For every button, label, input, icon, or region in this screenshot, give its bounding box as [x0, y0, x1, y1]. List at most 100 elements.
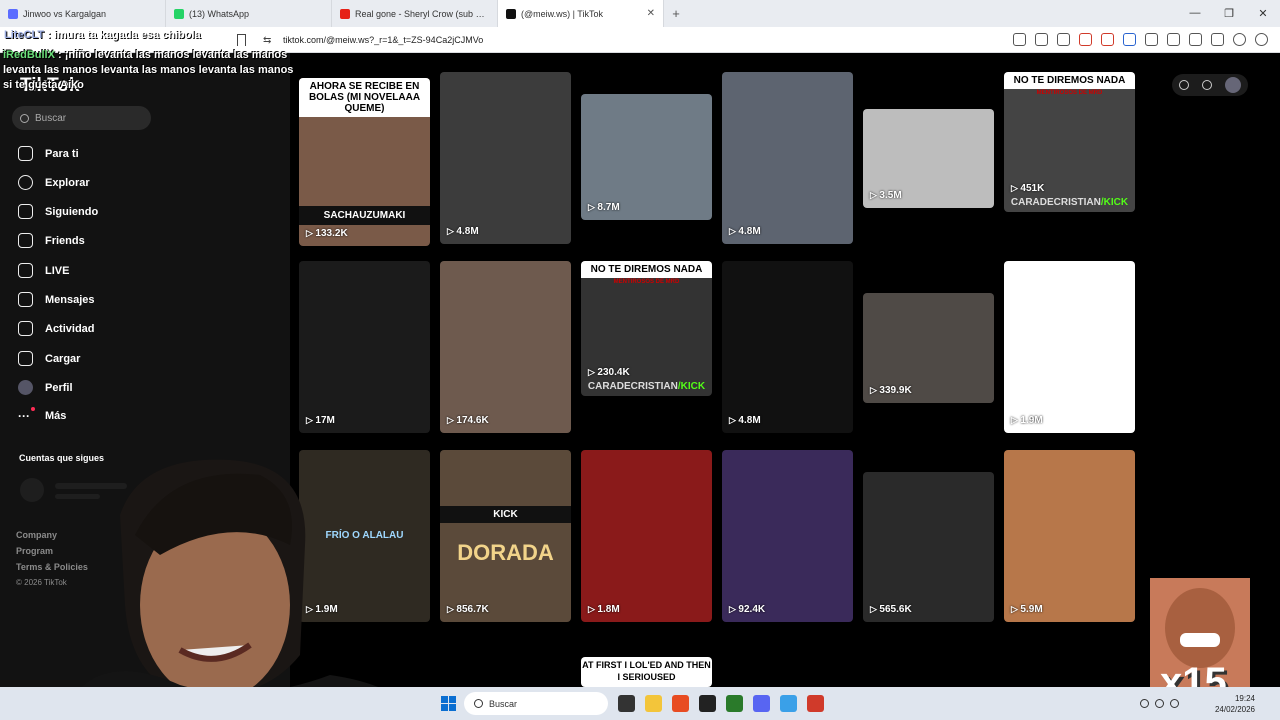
nav-item-mas[interactable]: ··· Más	[18, 407, 66, 423]
nav-item-mensajes[interactable]: Mensajes	[18, 292, 95, 307]
video-tile[interactable]: 5.9M	[1004, 450, 1135, 622]
taskbar-search[interactable]: Buscar	[464, 692, 608, 715]
reader-icon[interactable]	[1013, 33, 1026, 46]
video-tile[interactable]: KICK DORADA 856.7K	[440, 450, 571, 622]
minimize-button[interactable]: —	[1178, 7, 1212, 20]
brave-rewards-icon[interactable]	[807, 695, 824, 712]
video-tile[interactable]: 1.9M	[1004, 261, 1135, 433]
video-tile-partial[interactable]: AT FIRST I LOL'ED AND THEN I SERIOUSED	[581, 657, 712, 687]
wifi-icon[interactable]	[1155, 699, 1164, 708]
messages-icon	[18, 292, 33, 307]
wallet-icon[interactable]	[1123, 33, 1136, 46]
video-tile[interactable]: 4.8M	[722, 72, 853, 244]
device-icon[interactable]	[1201, 80, 1212, 90]
windows-start-icon[interactable]	[441, 696, 456, 711]
video-tile[interactable]: 17M	[299, 261, 430, 433]
video-tile[interactable]: RISA DE AQUINO3.5M	[863, 109, 994, 208]
video-tile[interactable]: 339.9K	[863, 293, 994, 403]
terminal-icon[interactable]	[726, 695, 743, 712]
video-tile[interactable]: 92.4K	[722, 450, 853, 622]
vpn-icon[interactable]	[1233, 33, 1246, 46]
profile-avatar[interactable]	[1225, 77, 1242, 93]
top-right-controls	[1172, 74, 1248, 96]
coins-icon[interactable]	[1178, 80, 1189, 90]
translate-icon[interactable]	[1035, 33, 1048, 46]
nav-label: Friends	[45, 234, 85, 247]
tab-title: Jinwoo vs Kargalgan	[23, 8, 107, 19]
video-tile[interactable]: 1.8M	[581, 450, 712, 622]
upload-icon	[18, 351, 33, 366]
following-icon	[18, 204, 33, 219]
url-field[interactable]: tiktok.com/@meiw.ws?_r=1&_t=ZS-94Ca2jCJM…	[283, 35, 483, 45]
maximize-button[interactable]: ❐	[1212, 7, 1246, 20]
nav-item-actividad[interactable]: Actividad	[18, 321, 95, 336]
notepad-icon[interactable]	[780, 695, 797, 712]
nav-item-perfil[interactable]: Perfil	[18, 380, 73, 395]
video-tile[interactable]: 174.6K	[440, 261, 571, 433]
video-tile[interactable]: NO TE DIREMOS NADA MENTIROSOS DE MRD CARAD…	[581, 261, 712, 396]
video-tile[interactable]: 565.6K	[863, 472, 994, 622]
nav-item-siguiendo[interactable]: Siguiendo	[18, 204, 98, 219]
discord-icon[interactable]	[753, 695, 770, 712]
nav-item-friends[interactable]: Friends	[18, 233, 85, 248]
tab-title: Real gone - Sheryl Crow (sub españo	[355, 8, 489, 19]
close-tab-icon[interactable]: ✕	[647, 8, 655, 19]
chat-username: LiteCLT	[4, 29, 45, 41]
nav-item-live[interactable]: LIVE	[18, 263, 69, 278]
view-count: 230.4K	[588, 367, 629, 378]
nav-item-explorar[interactable]: Explorar	[18, 175, 90, 190]
brave-shield-icon[interactable]	[1079, 33, 1092, 46]
video-sub-caption: MENTIROSOS DE MRD	[613, 279, 680, 285]
site-settings-icon[interactable]: ⇆	[263, 35, 271, 46]
nav-item-para-ti[interactable]: Para ti	[18, 146, 79, 161]
chevron-up-icon[interactable]	[1140, 699, 1149, 708]
video-handle-caption: CARADECRISTIAN/KICK	[581, 381, 712, 392]
new-tab-button[interactable]: +	[664, 6, 688, 21]
windows-taskbar: Buscar 19:24 24/02/2026	[0, 687, 1280, 720]
music-icon[interactable]	[1167, 33, 1180, 46]
nav-item-cargar[interactable]: Cargar	[18, 351, 80, 366]
tab-jinwoo[interactable]: Jinwoo vs Kargalgan	[0, 0, 166, 27]
friends-icon	[18, 233, 33, 248]
clock[interactable]: 19:24 24/02/2026	[1215, 693, 1255, 715]
video-grid: AHORA SE RECIBE EN BOLAS (MI NOVELAAA QU…	[290, 53, 1280, 687]
obs-icon[interactable]	[699, 695, 716, 712]
bookmark-icon[interactable]	[237, 34, 246, 46]
task-view-icon[interactable]	[618, 695, 635, 712]
view-count: 3.5M	[870, 190, 901, 201]
close-window-button[interactable]: ✕	[1246, 7, 1280, 20]
handle-text: CARADECRISTIAN	[587, 381, 678, 392]
share-icon[interactable]	[1057, 33, 1070, 46]
video-tile[interactable]: 4.8M	[722, 261, 853, 433]
tab-whatsapp[interactable]: (13) WhatsApp	[166, 0, 332, 27]
video-tile[interactable]: 4.8M	[440, 72, 571, 244]
tab-youtube[interactable]: Real gone - Sheryl Crow (sub españo	[332, 0, 498, 27]
tab-tiktok[interactable]: (@meiw.ws) | TikTok ✕	[498, 0, 664, 27]
view-count: 339.9K	[870, 385, 911, 396]
sidebar-icon[interactable]	[1189, 33, 1202, 46]
view-count: 92.4K	[729, 604, 765, 615]
clock-date: 24/02/2026	[1214, 705, 1255, 714]
volume-icon[interactable]	[1170, 699, 1179, 708]
menu-icon[interactable]	[1255, 33, 1268, 46]
notification-dot	[31, 407, 35, 411]
search-input[interactable]	[35, 112, 135, 124]
video-top-caption: KICK	[440, 506, 571, 523]
view-count: 133.2K	[306, 228, 347, 239]
brave-icon[interactable]	[672, 695, 689, 712]
search-box[interactable]	[12, 106, 151, 130]
window-controls: — ❐ ✕	[1178, 7, 1280, 20]
wallet2-icon[interactable]	[1211, 33, 1224, 46]
rewards-icon[interactable]	[1101, 33, 1114, 46]
view-count: 8.7M	[588, 202, 619, 213]
chat-message: iRedBullX : ¡niño levanta las manos leva…	[3, 48, 299, 93]
video-tile[interactable]: 8.7M	[581, 94, 712, 220]
video-tile[interactable]: NO TE DIREMOS NADA MENTIROSOS DE MRD CARAD…	[1004, 72, 1135, 212]
nav-label: Explorar	[45, 176, 90, 189]
view-count: 1.8M	[588, 604, 619, 615]
video-tile[interactable]: AHORA SE RECIBE EN BOLAS (MI NOVELAAA QU…	[299, 78, 430, 246]
extensions-icon[interactable]	[1145, 33, 1158, 46]
file-explorer-icon[interactable]	[645, 695, 662, 712]
search-icon	[20, 113, 29, 123]
kick-text: /KICK	[677, 381, 706, 392]
